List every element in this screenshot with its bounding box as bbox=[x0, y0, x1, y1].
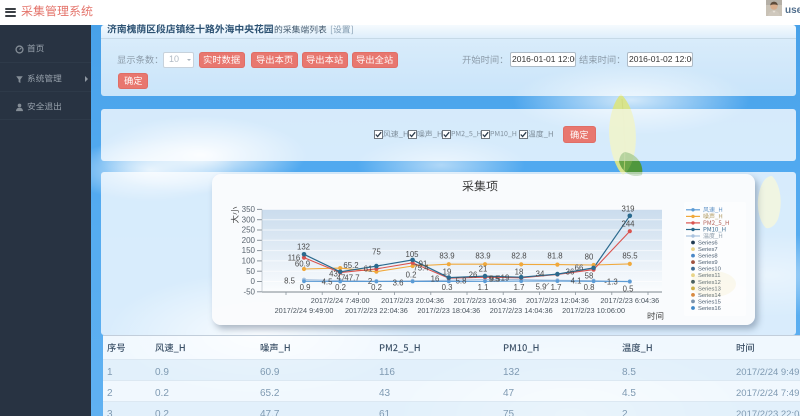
svg-text:1.1: 1.1 bbox=[478, 283, 489, 292]
svg-text:300: 300 bbox=[242, 215, 256, 224]
svg-text:26: 26 bbox=[469, 271, 478, 280]
svg-text:2017/2/23 22:04:36: 2017/2/23 22:04:36 bbox=[345, 306, 408, 315]
svg-text:34: 34 bbox=[536, 270, 545, 279]
svg-text:100: 100 bbox=[242, 257, 256, 266]
svg-text:4.1: 4.1 bbox=[571, 277, 582, 286]
svg-text:0.2: 0.2 bbox=[406, 271, 417, 280]
svg-text:2017/2/23 6:04:36: 2017/2/23 6:04:36 bbox=[600, 296, 659, 305]
svg-text:1.7: 1.7 bbox=[514, 283, 525, 292]
svg-text:85.5: 85.5 bbox=[622, 252, 638, 261]
svg-text:350: 350 bbox=[242, 205, 256, 214]
svg-text:Series16: Series16 bbox=[698, 306, 721, 312]
svg-text:-1.3: -1.3 bbox=[604, 278, 617, 287]
svg-text:18: 18 bbox=[515, 268, 524, 277]
svg-text:-50: -50 bbox=[243, 287, 255, 296]
svg-text:58: 58 bbox=[585, 272, 594, 281]
svg-text:1.7: 1.7 bbox=[551, 283, 562, 292]
svg-text:2017/2/23 12:04:36: 2017/2/23 12:04:36 bbox=[526, 296, 589, 305]
svg-text:2017/2/23 18:04:36: 2017/2/23 18:04:36 bbox=[417, 306, 480, 315]
svg-text:61: 61 bbox=[364, 265, 373, 274]
svg-text:Series9: Series9 bbox=[698, 260, 718, 266]
svg-text:0.3: 0.3 bbox=[442, 283, 453, 292]
svg-text:2017/2/23 20:04:36: 2017/2/23 20:04:36 bbox=[381, 296, 444, 305]
svg-text:Series15: Series15 bbox=[698, 299, 721, 305]
svg-text:0.9: 0.9 bbox=[300, 283, 311, 292]
svg-text:0.8: 0.8 bbox=[584, 283, 595, 292]
svg-text:0.2: 0.2 bbox=[335, 283, 346, 292]
svg-text:244: 244 bbox=[621, 220, 635, 229]
svg-text:21: 21 bbox=[479, 265, 488, 274]
svg-text:0.5: 0.5 bbox=[623, 285, 635, 294]
svg-text:8.5: 8.5 bbox=[284, 277, 296, 286]
svg-text:83.9: 83.9 bbox=[475, 252, 490, 261]
svg-text:50: 50 bbox=[246, 267, 255, 276]
svg-text:Series6: Series6 bbox=[698, 241, 718, 247]
svg-text:80: 80 bbox=[585, 253, 594, 262]
svg-text:16: 16 bbox=[431, 275, 440, 284]
svg-text:105: 105 bbox=[405, 250, 419, 259]
svg-text:319: 319 bbox=[621, 205, 634, 214]
svg-text:47.7: 47.7 bbox=[344, 274, 359, 283]
svg-text:75: 75 bbox=[372, 248, 381, 257]
svg-text:200: 200 bbox=[242, 236, 256, 245]
svg-text:36: 36 bbox=[566, 268, 575, 277]
svg-text:81.8: 81.8 bbox=[547, 252, 562, 261]
svg-text:0.2: 0.2 bbox=[371, 283, 382, 292]
svg-text:0: 0 bbox=[251, 277, 256, 286]
svg-text:19: 19 bbox=[443, 268, 452, 277]
svg-text:82.8: 82.8 bbox=[511, 252, 526, 261]
svg-text:60.9: 60.9 bbox=[295, 260, 310, 269]
svg-text:19: 19 bbox=[501, 274, 510, 283]
svg-text:4.5: 4.5 bbox=[322, 278, 334, 287]
svg-text:150: 150 bbox=[242, 246, 256, 255]
svg-text:2017/2/23 10:06:00: 2017/2/23 10:06:00 bbox=[562, 306, 625, 315]
svg-text:2017/2/23 16:04:36: 2017/2/23 16:04:36 bbox=[454, 296, 517, 305]
svg-text:Series8: Series8 bbox=[698, 254, 718, 260]
svg-text:Series7: Series7 bbox=[698, 247, 718, 253]
svg-text:5.9: 5.9 bbox=[536, 283, 547, 292]
svg-text:132: 132 bbox=[297, 243, 310, 252]
svg-text:2017/2/24 9:49:00: 2017/2/24 9:49:00 bbox=[275, 306, 334, 315]
svg-text:250: 250 bbox=[242, 226, 256, 235]
svg-text:2017/2/24 7:49:00: 2017/2/24 7:49:00 bbox=[311, 296, 370, 305]
svg-text:9.5: 9.5 bbox=[489, 275, 501, 284]
svg-text:65.2: 65.2 bbox=[343, 261, 358, 270]
svg-text:5.8: 5.8 bbox=[456, 277, 467, 286]
svg-text:66: 66 bbox=[575, 264, 584, 273]
svg-text:3.6: 3.6 bbox=[393, 279, 404, 288]
svg-text:2017/2/23 14:04:36: 2017/2/23 14:04:36 bbox=[490, 306, 553, 315]
svg-text:83.9: 83.9 bbox=[439, 252, 454, 261]
